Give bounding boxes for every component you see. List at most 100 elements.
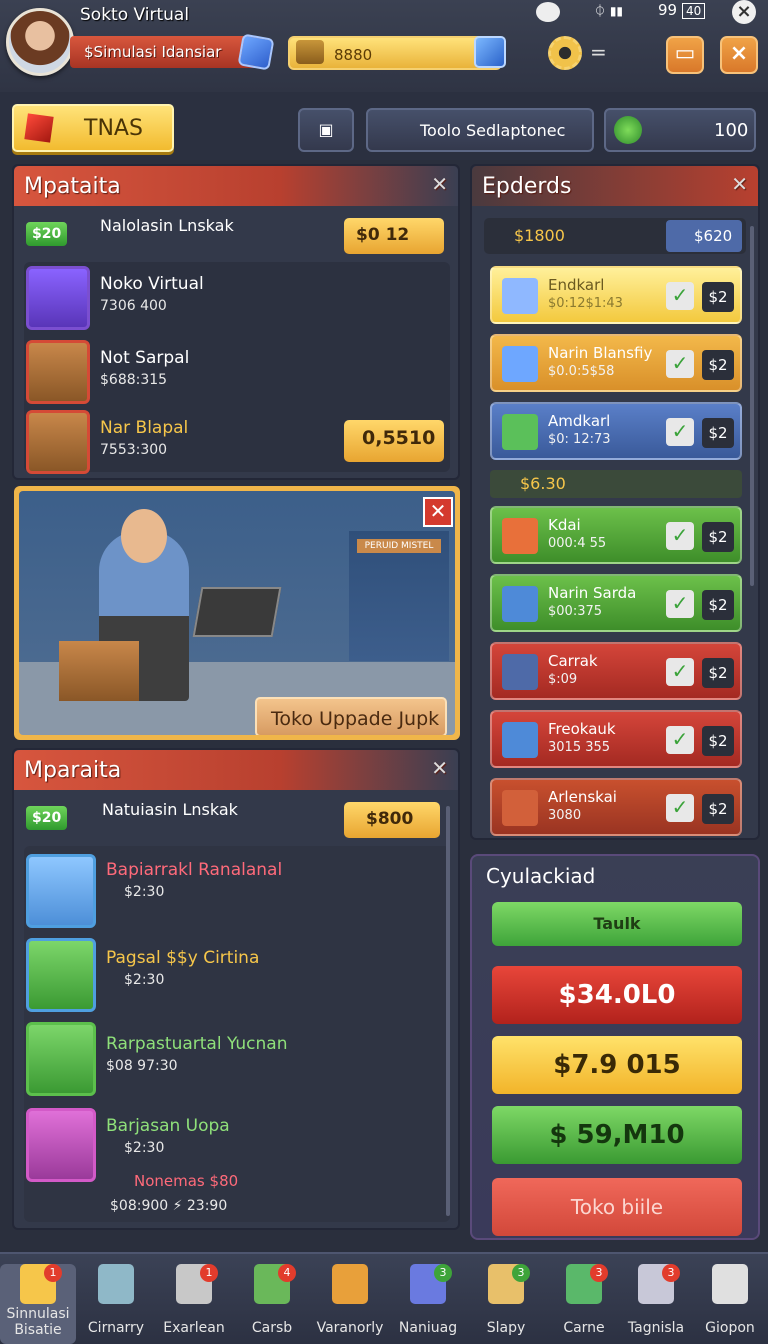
order-title-1: Noko Virtual [100, 274, 204, 294]
quests-close-icon[interactable]: ✕ [431, 756, 448, 780]
nav-item-cirnarry[interactable]: Cirnarry [78, 1264, 154, 1344]
red-cube-icon [24, 113, 54, 143]
quest-icon-3 [26, 1022, 96, 1096]
upgrade-card-8[interactable]: Arlenskai 3080 ✓ $2 [490, 778, 742, 836]
upgrades-close-icon[interactable]: ✕ [731, 172, 748, 196]
quests-list: Bapiarrakl Ranalanal $2:30 Pagsal $$y Ci… [24, 846, 450, 1222]
nav-badge-9: 3 [662, 1264, 680, 1282]
orders-list: Noko Virtual 7306 400 Not Sarpal $688:31… [24, 262, 450, 474]
upgrade-icon-7 [502, 722, 538, 758]
tnas-button[interactable]: TNAS [12, 104, 174, 152]
promo-scene: PERUID MISTEL ✕ Toko Uppade Jupk [19, 491, 455, 735]
orders-panel: Mpataita ✕ $20 Nalolasin Lnskak $0 12 Nok… [12, 164, 460, 480]
upgrade-card-2[interactable]: Narin Blansfiy $0.0:5$58 ✓ $2 [490, 334, 742, 392]
upgrade-title-8: Arlenskai [548, 788, 617, 806]
quests-price[interactable]: $800 [344, 802, 440, 838]
quest-icon-1 [26, 854, 96, 928]
bottom-nav: Sinnulasi Bisatie 1 Cirnarry Exarlean 1 Ca… [0, 1252, 768, 1344]
quest-sub-3: $08 97:30 [106, 1058, 178, 1074]
wifi-icon: ⏀ ▮▮ [594, 4, 624, 18]
nav-label-8: Carne [563, 1320, 605, 1336]
upgrade-check-6[interactable]: ✓ [666, 658, 694, 686]
toko-bile-button[interactable]: Toko biile [492, 1178, 742, 1236]
add-gold-icon[interactable] [474, 36, 506, 68]
upgrade-title-7: Freokauk [548, 720, 616, 738]
quests-subtitle: Natuiasin Lnskak [102, 800, 238, 819]
nav-item-simulasi[interactable]: Sinnulasi Bisatie 1 [0, 1264, 76, 1344]
upgrade-num-4: $2 [702, 522, 734, 552]
upgrades-panel: Epderds ✕ $1800 $620 Endkarl $0:12$1:43 ✓ $2… [470, 164, 760, 840]
camera-button[interactable]: ▣ [298, 108, 354, 152]
quest-sub-2: $2:30 [124, 972, 165, 988]
upgrade-sub-1: $0:12$1:43 [548, 296, 623, 311]
store-upgrade-button[interactable]: Toolo Sedlaptonec [366, 108, 594, 152]
orders-price[interactable]: $0 12 [344, 218, 444, 254]
tab-button[interactable]: Taulk [492, 902, 742, 946]
quests-cash-badge: $20 [26, 806, 68, 830]
upgrade-sub-2: $0.0:5$58 [548, 364, 615, 379]
nav-item-slapy[interactable]: Slapy 3 [468, 1264, 544, 1344]
upgrade-card-6[interactable]: Carrak $:09 ✓ $2 [490, 642, 742, 700]
exit-button[interactable]: × [720, 36, 758, 74]
quest-extra: Nonemas $80 [134, 1172, 239, 1190]
nav-item-carne[interactable]: Carne 3 [546, 1264, 622, 1344]
upgrade-card-1[interactable]: Endkarl $0:12$1:43 ✓ $2 [490, 266, 742, 324]
nav-item-tagnisla[interactable]: Tagnisla 3 [618, 1264, 694, 1344]
upgrade-check-8[interactable]: ✓ [666, 794, 694, 822]
promo-banner: PERUID MISTEL ✕ Toko Uppade Jupk [14, 486, 460, 740]
upgrade-check-3[interactable]: ✓ [666, 418, 694, 446]
upgrade-check-7[interactable]: ✓ [666, 726, 694, 754]
shop-icon [98, 1264, 134, 1304]
quest-title-2: Pagsal $$y Cirtina [106, 948, 260, 968]
box-purple-icon [26, 266, 90, 330]
nav-item-varanorly[interactable]: Varanorly [312, 1264, 388, 1344]
cash-red-button[interactable]: $34.0L0 [492, 966, 742, 1024]
cash-panel: Cyulackiad Taulk $34.0L0 $7.9 015 $ 59,M… [470, 854, 760, 1240]
upgrade-card-4[interactable]: Kdai 000:4 55 ✓ $2 [490, 506, 742, 564]
panel-close-icon[interactable]: ✕ [431, 172, 448, 196]
nav-item-carsb[interactable]: Carsb 4 [234, 1264, 310, 1344]
quests-scrollbar[interactable] [446, 806, 450, 1216]
orders-subtitle: Nalolasin Lnskak [100, 216, 234, 235]
quest-sub-4: $2:30 [124, 1140, 165, 1156]
upgrade-check-5[interactable]: ✓ [666, 590, 694, 618]
upgrades-scrollbar[interactable] [750, 226, 754, 586]
nav-item-exarlean[interactable]: Exarlean 1 [156, 1264, 232, 1344]
order-price-3[interactable]: 0,5510 [344, 420, 444, 462]
upgrade-icon-6 [502, 654, 538, 690]
upgrade-check-2[interactable]: ✓ [666, 350, 694, 378]
cash-yellow-button[interactable]: $7.9 015 [492, 1036, 742, 1094]
upgrades-section: $6.30 [490, 470, 742, 498]
store-upgrade-promo-button[interactable]: Toko Uppade Jupk [255, 697, 447, 735]
cash-green-button[interactable]: $ 59,M10 [492, 1106, 742, 1164]
upgrade-num-3: $2 [702, 418, 734, 448]
nav-item-naniuag[interactable]: Naniuag 3 [390, 1264, 466, 1344]
upgrade-title-1: Endkarl [548, 276, 605, 294]
quest-sub-1: $2:30 [124, 884, 165, 900]
quest-title-3: Rarpastuartal Yucnan [106, 1034, 288, 1054]
upgrade-card-7[interactable]: Freokauk 3015 355 ✓ $2 [490, 710, 742, 768]
upgrade-title-3: Amdkarl [548, 412, 611, 430]
upgrade-card-3[interactable]: Amdkarl $0: 12:73 ✓ $2 [490, 402, 742, 460]
cash-badge: $20 [26, 222, 68, 246]
promo-close-button[interactable]: ✕ [423, 497, 453, 527]
upgrade-check-1[interactable]: ✓ [666, 282, 694, 310]
upgrade-sub-6: $:09 [548, 672, 578, 687]
upgrade-num-8: $2 [702, 794, 734, 824]
gem-icon[interactable] [237, 33, 275, 71]
nav-badge-6: 3 [434, 1264, 452, 1282]
nav-badge-4: 4 [278, 1264, 296, 1282]
mini-store: PERUID MISTEL [349, 531, 449, 661]
player-avatar[interactable] [6, 8, 74, 76]
upgrade-num-7: $2 [702, 726, 734, 756]
nav-label-9: Tagnisla [627, 1320, 685, 1336]
settings-icon[interactable] [536, 2, 560, 22]
close-icon[interactable]: × [732, 0, 756, 24]
inventory-button[interactable]: ▭ [666, 36, 704, 74]
upgrade-check-4[interactable]: ✓ [666, 522, 694, 550]
order-sub-3: 7553:300 [100, 442, 168, 458]
gear-icon[interactable] [548, 36, 582, 70]
nav-item-giopon[interactable]: Giopon [692, 1264, 768, 1344]
upgrade-card-5[interactable]: Narin Sarda $00:375 ✓ $2 [490, 574, 742, 632]
store-sign: PERUID MISTEL [357, 539, 441, 553]
